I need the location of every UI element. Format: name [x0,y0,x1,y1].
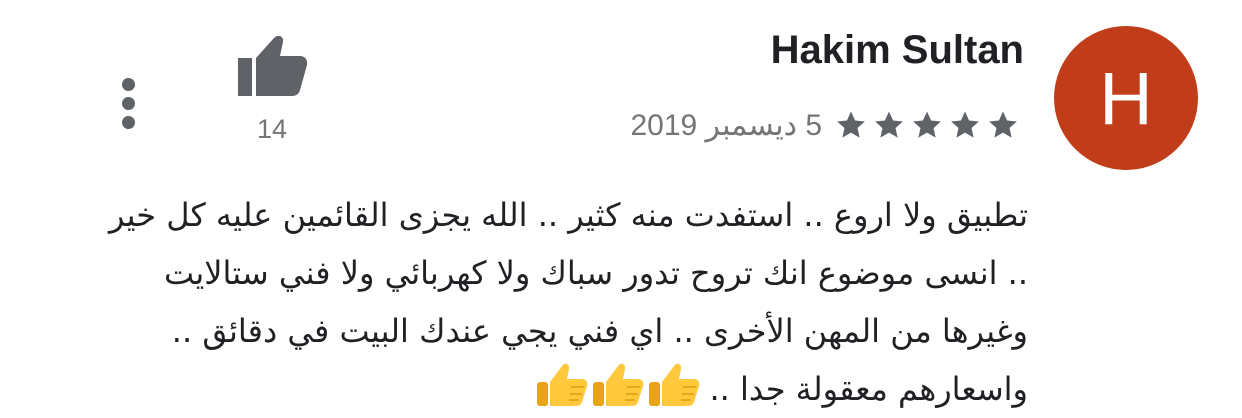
more-options-button[interactable] [112,76,146,132]
helpful-count: 14 [256,114,288,144]
avatar[interactable]: H [1054,26,1198,170]
star-icon [834,108,868,142]
thumbs-up-emoji-icon [536,363,587,406]
emoji-group [536,362,700,408]
avatar-initial: H [1099,56,1153,140]
author-name: Hakim Sultan [770,28,1024,72]
review-text-line: تطبيق ولا اروع .. استفدت منه كثير .. الل… [108,196,1028,234]
review-text-line: واسعارهم معقولة جدا .. [62,360,1028,418]
rating-row: 5 ديسمبر 2019 [630,100,1020,150]
star-icon [872,108,906,142]
review-text: تطبيق ولا اروع .. استفدت منه كثير .. الل… [62,186,1028,418]
star-icon [948,108,982,142]
star-icon [986,108,1020,142]
thumbs-up-emoji-icon [648,363,699,406]
review-text-line: .. انسى موضوع انك تروح تدور سباك ولا كهر… [163,254,1028,292]
thumbs-up-emoji-icon [592,363,643,406]
star-rating [834,108,1020,142]
star-icon [910,108,944,142]
review-text-line: وغيرها من المهن الأخرى .. اي فني يجي عند… [171,312,1028,350]
thumbs-up-icon[interactable] [236,34,308,98]
review-date: 5 ديسمبر 2019 [630,108,822,142]
review-text-line-content: واسعارهم معقولة جدا .. [709,370,1029,408]
